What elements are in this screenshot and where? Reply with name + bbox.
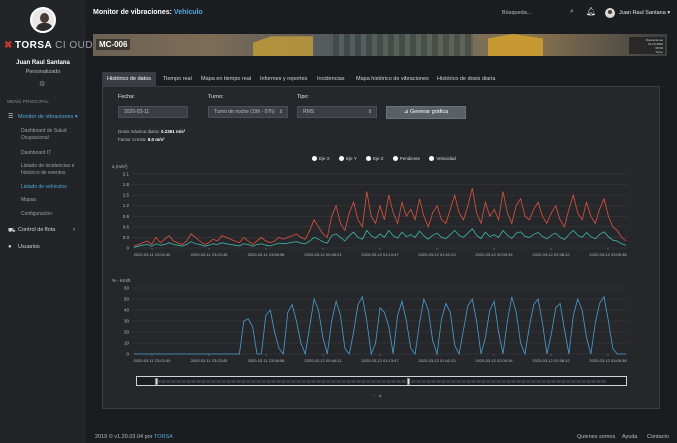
vibration-charts: a (m/s²) 2.1 1.8 1.5 1.2 0.9 0.6 0.3 0 2020-03-11…: [112, 164, 628, 363]
sidebar-item-monitor[interactable]: Monitor de vibraciones ▾: [18, 114, 78, 120]
search-icon[interactable]: ⌕: [570, 8, 574, 16]
dosis-info: Dosis máxima diaria: 0.2361 m/s²: [118, 129, 186, 134]
playback-controls: ○ ▲: [372, 393, 383, 399]
x-tick-label: 2020-03-12 03:05:38: [589, 358, 627, 363]
avatar[interactable]: [30, 7, 56, 33]
play-icon[interactable]: ▲: [377, 393, 383, 399]
tab-mapa-tiempo-real[interactable]: Mapa en tiempo real: [196, 72, 256, 86]
sidebar-subitem-incidencias[interactable]: Listado de incidencias e histórico de ev…: [21, 163, 83, 177]
user-icon: ●: [8, 244, 12, 250]
y-axis-label: a (m/s²): [112, 164, 128, 169]
turno-select[interactable]: Turno de noche (19h - 07h) ⇕: [208, 106, 288, 118]
tab-incidencias[interactable]: Incidencias: [312, 72, 350, 86]
sidebar-item-flota[interactable]: Control de flota: [18, 227, 55, 233]
footer-link-ayuda[interactable]: Ayuda: [622, 434, 638, 440]
y-tick-label: 1.8: [123, 182, 130, 187]
y-axis-label: % - Km/h: [112, 278, 131, 283]
y-tick-label: 10: [124, 341, 130, 346]
tab-historico-datos[interactable]: Histórico de datos: [102, 72, 157, 86]
range-handle-start[interactable]: [155, 378, 158, 385]
y-tick-label: 0: [126, 246, 129, 251]
x-tick-label: 2020-03-12 00:46:21: [304, 358, 342, 363]
y-tick-label: 30: [124, 319, 130, 324]
sidebar-item-usuarios[interactable]: Usuarios: [18, 244, 40, 250]
range-handle-end[interactable]: [407, 378, 410, 385]
y-tick-label: 1.2: [123, 203, 130, 208]
user-avatar[interactable]: [605, 8, 615, 18]
vehicle-id: MC-006: [96, 39, 131, 50]
chart-icon: ⊿: [403, 109, 409, 115]
sidebar-subitem-vehiculos[interactable]: Listado de vehículos: [21, 184, 83, 191]
settings-gear-icon[interactable]: ⚙: [39, 80, 45, 88]
fecha-field[interactable]: 2020-03-11: [118, 106, 188, 118]
y-tick-label: 1.5: [123, 193, 130, 198]
y-tick-label: 0.9: [123, 214, 130, 219]
sidebar-subitem-configuracion[interactable]: Configuración: [21, 211, 83, 218]
truck-image: [253, 36, 313, 56]
x-tick-label: 2020-03-12 02:09:34: [475, 252, 513, 257]
chevron-right-icon: ›: [73, 227, 75, 233]
search-input[interactable]: Búsqueda...: [502, 10, 531, 16]
x-tick-label: 2020-03-11 23:23:45: [191, 252, 229, 257]
list-icon: ☰: [8, 114, 14, 120]
truck-image: [488, 34, 543, 56]
app-logo: ✖ TORSA CI OUD: [4, 40, 94, 51]
user-role: Personalizado: [25, 69, 61, 75]
tab-mapa-historico[interactable]: Mapa histórico de vibraciones: [351, 72, 434, 86]
x-tick-label: 2020-03-12 03:05:38: [589, 252, 627, 257]
cresta-info: Factor Cresta: 8.0 m/s²: [118, 137, 165, 142]
chevron-down-icon: ⇕: [367, 109, 372, 115]
truck-icon: ⛟: [8, 228, 16, 234]
tipo-select[interactable]: RMS ⇕: [297, 106, 377, 118]
tab-dosis-diaria[interactable]: Histórico de dosis diaria: [432, 72, 500, 86]
time-range-scrubber[interactable]: [136, 376, 627, 386]
top-bar: Monitor de vibraciones: Vehículo Búsqued…: [86, 0, 677, 26]
sidebar-subitem-mapas[interactable]: Mapas: [21, 197, 83, 204]
footer-link-contacto[interactable]: Contacto: [647, 434, 669, 440]
x-tick-label: 2020-03-12 02:09:34: [475, 358, 513, 363]
vehicle-banner: MC-006 Operaciones 10.10.2020 08:00 Turn…: [93, 34, 667, 56]
y-tick-label: 0.6: [123, 224, 130, 229]
x-tick-label: 2020-03-11 23:56:58: [248, 358, 286, 363]
user-name: Juan Raul Santana: [16, 60, 70, 66]
page-title: Monitor de vibraciones: Vehículo: [93, 9, 203, 16]
x-tick-label: 2020-03-11 23:02:40: [134, 252, 172, 257]
x-tick-label: 2020-03-12 02:38:12: [532, 358, 570, 363]
tipo-label: Tipo:: [297, 94, 310, 100]
sidebar: ✖ TORSA CI OUD Juan Raul Santana Personal…: [0, 0, 93, 443]
y-tick-label: 50: [124, 297, 130, 302]
footer-link-quienes[interactable]: Quienes somos: [577, 434, 615, 440]
sidebar-subitem-salud[interactable]: Dashboard de Salud Ocupacional: [21, 128, 83, 142]
x-tick-label: 2020-03-12 01:13:47: [361, 252, 399, 257]
y-tick-label: 60: [124, 286, 130, 291]
series-line-velocidad: [134, 295, 626, 356]
y-tick-label: 0.3: [123, 235, 130, 240]
x-tick-label: 2020-03-12 01:41:23: [418, 358, 456, 363]
y-tick-label: 40: [124, 308, 130, 313]
bell-icon[interactable]: 🔔︎: [586, 7, 596, 16]
tab-tiempo-real[interactable]: Tiempo real: [158, 72, 197, 86]
turno-label: Turno:: [208, 94, 224, 100]
chevron-down-icon: ⇕: [278, 109, 283, 115]
x-tick-label: 2020-03-12 01:41:23: [418, 252, 456, 257]
banner-info: Operaciones 10.10.2020 08:00 Turno: [629, 37, 665, 54]
x-tick-label: 2020-03-12 00:46:21: [304, 252, 342, 257]
x-tick-label: 2020-03-11 23:23:45: [191, 358, 229, 363]
sidebar-subitem-dashboard-it[interactable]: Dashboard IT: [21, 150, 83, 157]
footer-copyright: 2019 © v1.20.03.04 por TORSA: [95, 434, 173, 440]
series-line-eje-x: [133, 227, 627, 248]
generate-chart-button[interactable]: ⊿ Generar gráfica: [386, 106, 466, 119]
fecha-label: Fecha:: [118, 94, 135, 100]
x-tick-label: 2020-03-11 23:02:40: [134, 358, 172, 363]
y-tick-label: 0: [126, 352, 129, 357]
y-tick-label: 2.1: [123, 172, 130, 177]
tab-informes[interactable]: Informes y reportes: [255, 72, 312, 86]
menu-header: MENÚ PRINCIPAL: [7, 99, 50, 104]
user-menu[interactable]: Juan Raul Santana ▾: [619, 10, 670, 16]
x-tick-label: 2020-03-12 02:38:12: [532, 252, 570, 257]
y-tick-label: 20: [124, 330, 130, 335]
record-icon[interactable]: ○: [372, 393, 376, 399]
x-tick-label: 2020-03-12 01:13:47: [361, 358, 399, 363]
x-tick-label: 2020-03-11 23:56:58: [248, 252, 286, 257]
